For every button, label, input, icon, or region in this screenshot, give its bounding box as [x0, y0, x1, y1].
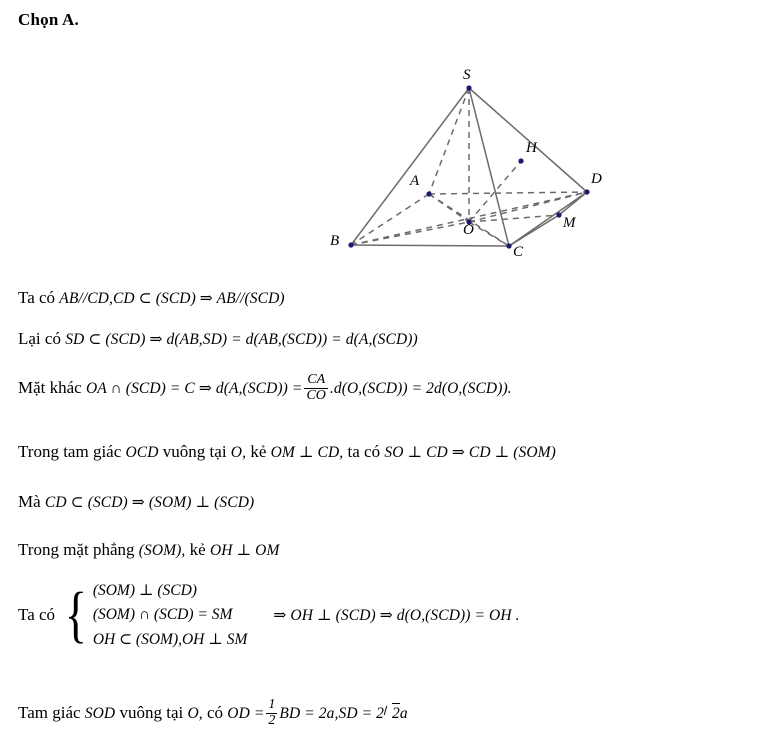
line4-math-d: SO ⊥ CD ⇒ CD ⊥ (SOM) — [384, 444, 556, 461]
page-title: Chọn A. — [18, 10, 79, 29]
ratio-numerator: CA — [307, 372, 326, 387]
ratio-denominator: CO — [304, 387, 328, 403]
system-condition-1: (SOM) ⊥ (SCD) — [92, 582, 197, 599]
edge-AO-hidden — [428, 193, 470, 223]
line6-lead-b: kẻ — [189, 540, 206, 559]
vertex-dot-C — [506, 243, 512, 249]
edge-CM — [508, 214, 560, 247]
sqrt-radicand: 2 — [391, 703, 400, 723]
line7-lead: Ta có — [18, 605, 56, 624]
vertex-label-H: H — [526, 140, 537, 156]
edge-BC — [350, 244, 510, 247]
edge-AB-hidden — [350, 193, 430, 246]
statement-line-3: Mặt khác OA ∩ (SCD) = C ⇒ d(A,(SCD)) = CA… — [18, 372, 512, 404]
edge-BO-hidden — [350, 221, 470, 246]
edge-SC — [468, 87, 510, 247]
vertex-dot-M — [556, 212, 562, 218]
pyramid-diagram — [348, 85, 590, 249]
vertex-label-A: A — [410, 173, 420, 189]
vertex-label-S: S — [463, 67, 471, 83]
vertex-label-D: D — [591, 171, 602, 187]
system-condition-2: (SOM) ∩ (SCD) = SM — [92, 606, 233, 623]
line1-math: AB//CD,CD ⊂ (SCD) ⇒ AB//(SCD) — [59, 290, 285, 307]
line6-math-a: (SOM), — [138, 542, 186, 559]
square-root-icon: 2 — [384, 703, 400, 723]
line1-lead: Ta có — [18, 288, 56, 307]
vertex-label-B: B — [330, 233, 340, 249]
line4-lead-a: Trong tam giác — [18, 442, 122, 461]
statement-line-7-system: Ta có { (SOM) ⊥ (SCD) (SOM) ∩ (SCD) = SM O… — [18, 578, 520, 652]
line8-math-b: O, — [187, 705, 203, 723]
left-curly-brace-icon: { — [64, 580, 88, 649]
statement-line-1: Ta có AB//CD,CD ⊂ (SCD) ⇒ AB//(SCD) — [18, 288, 285, 308]
vertex-dot-S — [466, 85, 472, 91]
statement-line-5: Mà CD ⊂ (SCD) ⇒ (SOM) ⊥ (SCD) — [18, 492, 254, 512]
line8-lead-c: có — [207, 703, 224, 723]
geometry-figure: S A B C D O M H — [300, 60, 630, 270]
vertex-label-O: O — [463, 222, 474, 238]
edge-AD-hidden — [428, 191, 588, 195]
edge-MD — [558, 191, 588, 216]
line8-lead-b: vuông tại — [119, 703, 184, 723]
line5-lead: Mà — [18, 492, 41, 511]
vertex-dot-A — [426, 191, 432, 197]
line4-lead-c: kẻ — [250, 442, 267, 461]
vertex-dot-D — [584, 189, 590, 195]
line4-lead-d: ta có — [347, 442, 381, 461]
line6-lead-a: Trong mặt phẳng — [18, 540, 135, 559]
line6-math-b: OH ⊥ OM — [209, 542, 280, 559]
line2-math: SD ⊂ (SCD) ⇒ d(AB,SD) = d(AB,(SCD)) = d(… — [65, 331, 418, 348]
statement-line-6: Trong mặt phẳng (SOM), kẻ OH ⊥ OM — [18, 540, 279, 560]
line5-math: CD ⊂ (SCD) ⇒ (SOM) ⊥ (SCD) — [44, 494, 255, 511]
statement-line-4: Trong tam giác OCD vuông tại O, kẻ OM ⊥ … — [18, 442, 556, 462]
system-condition-3: OH ⊂ (SOM),OH ⊥ SM — [92, 631, 248, 648]
fraction-one-half: 12 — [266, 697, 278, 728]
statement-line-8: Tam giác SOD vuông tại O, có OD = 1 2 BD = … — [18, 697, 408, 729]
line8-math-c: OD = — [227, 705, 265, 723]
fraction-denominator: 2 — [266, 712, 278, 728]
line8-math-d: BD = 2a,SD = 2 — [279, 705, 384, 723]
vertex-label-C: C — [513, 244, 524, 260]
statement-line-2: Lại có SD ⊂ (SCD) ⇒ d(AB,SD) = d(AB,(SCD… — [18, 329, 418, 349]
line4-math-b: O, — [230, 444, 247, 461]
line3-math-a: OA ∩ (SCD) = C ⇒ d(A,(SCD)) = — [85, 380, 303, 398]
vertex-dot-H — [518, 158, 524, 164]
vertex-dot-B — [348, 242, 354, 248]
line4-lead-b: vuông tại — [162, 442, 227, 461]
line7-conclusion: ⇒ OH ⊥ (SCD) ⇒ d(O,(SCD)) = OH . — [273, 606, 520, 624]
line4-math-a: OCD — [125, 444, 159, 461]
line3-lead: Mặt khác — [18, 378, 82, 398]
line8-lead-a: Tam giác — [18, 703, 81, 723]
ratio-ca-over-co: CA CO — [304, 372, 328, 403]
system-conditions: (SOM) ⊥ (SCD) (SOM) ∩ (SCD) = SM OH ⊂ (SOM… — [93, 578, 248, 652]
edge-SB — [350, 87, 470, 246]
line4-math-c: OM ⊥ CD, — [270, 444, 344, 461]
vertex-label-M: M — [563, 215, 576, 231]
line8-math-e: a — [399, 705, 408, 723]
edge-SA-hidden — [428, 87, 470, 195]
line2-lead: Lại có — [18, 329, 61, 348]
line3-math-b: .d(O,(SCD)) = 2d(O,(SCD)). — [329, 380, 512, 398]
line8-math-a: SOD — [84, 705, 116, 723]
fraction-numerator: 1 — [268, 697, 276, 712]
